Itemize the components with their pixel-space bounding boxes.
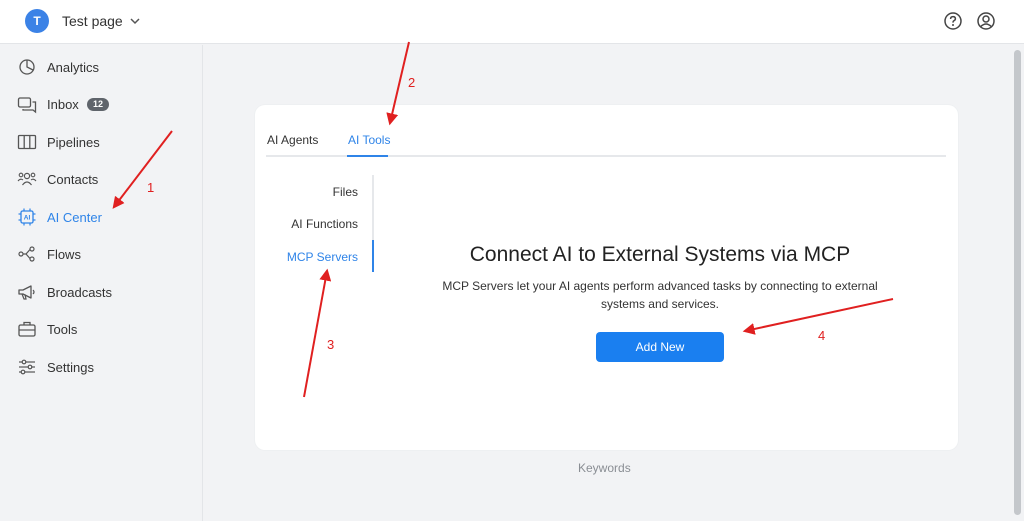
sidebar-item-analytics[interactable]: Analytics [0,50,203,84]
sidebar-item-ai-center[interactable]: AI AI Center [0,200,203,234]
subnav-item-files[interactable]: Files [333,185,358,199]
svg-text:AI: AI [24,215,31,222]
sidebar-item-label: Tools [47,322,78,337]
sidebar-item-flows[interactable]: Flows [0,237,203,271]
chevron-down-icon[interactable] [129,15,141,27]
scrollbar-thumb[interactable] [1014,50,1021,515]
sidebar-item-settings[interactable]: Settings [0,350,203,384]
inbox-icon [17,97,37,114]
help-icon[interactable] [943,11,963,31]
pipelines-icon [17,134,37,150]
page-name[interactable]: Test page [62,13,123,29]
sliders-icon [19,359,35,375]
sidebar-item-contacts[interactable]: Contacts [0,162,203,196]
top-bar: T Test page [0,0,1024,44]
sidebar-item-inbox[interactable]: Inbox 12 [0,87,203,121]
flows-icon [18,246,35,262]
sidebar: Analytics Inbox 12 Pipelines Contacts AI… [0,45,203,521]
sidebar-item-label: Pipelines [47,135,100,150]
tab-ai-tools[interactable]: AI Tools [348,133,390,147]
add-new-button[interactable]: Add New [596,332,724,362]
active-tab-indicator [347,155,388,157]
sidebar-item-tools[interactable]: Tools [0,312,203,346]
active-subnav-indicator [372,240,374,272]
contacts-icon [17,172,37,186]
sidebar-item-pipelines[interactable]: Pipelines [0,125,203,159]
sidebar-item-label: AI Center [47,210,102,225]
annotation-label-2: 2 [408,75,416,90]
keywords-label: Keywords [578,461,631,475]
sidebar-item-label: Contacts [47,172,99,187]
subnav-item-mcp-servers[interactable]: MCP Servers [287,250,358,264]
annotation-label-1: 1 [147,180,155,195]
empty-state-description: MCP Servers let your AI agents perform a… [442,279,878,311]
ai-tools-card: AI Agents AI Tools Files AI Functions MC… [255,105,958,450]
sidebar-item-label: Settings [47,360,94,375]
sidebar-item-broadcasts[interactable]: Broadcasts [0,275,203,309]
toolbox-icon [18,321,36,337]
analytics-icon [19,59,35,75]
empty-state-title: Connect AI to External Systems via MCP [469,243,851,266]
tab-ai-agents[interactable]: AI Agents [267,133,318,147]
annotation-label-3: 3 [327,337,335,352]
inbox-count-badge: 12 [87,98,110,111]
annotation-label-4: 4 [818,328,826,343]
ai-chip-icon: AI [18,208,36,226]
sidebar-item-label: Analytics [47,60,100,75]
sidebar-item-label: Broadcasts [47,285,113,300]
sidebar-item-label: Flows [47,247,81,262]
megaphone-icon [18,285,35,300]
user-account-icon[interactable] [976,11,996,31]
page-avatar[interactable]: T [25,9,49,33]
sidebar-item-label: Inbox [47,97,79,112]
subnav-item-ai-functions[interactable]: AI Functions [291,217,358,231]
